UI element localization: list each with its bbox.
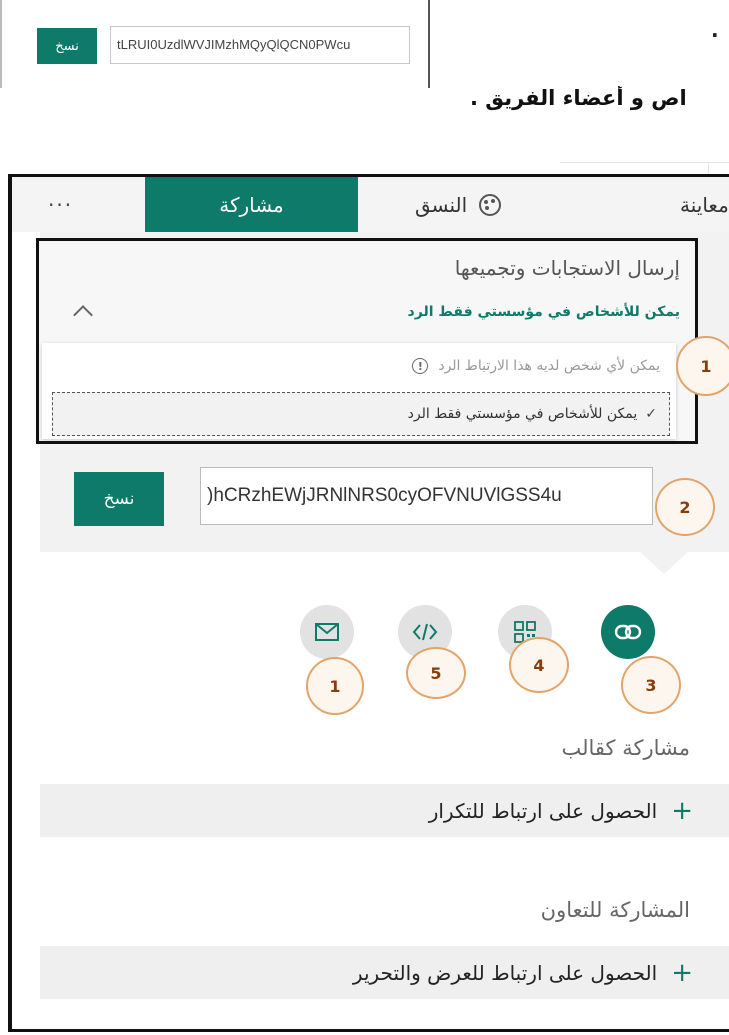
share-as-template-title: مشاركة كقالب [561,736,691,760]
tab-preview[interactable]: معاينة [680,193,729,217]
tab-bar [12,177,729,232]
snippet-left-divider [0,0,2,88]
check-icon: ✓ [645,406,657,422]
marker-1-permission: 1 [676,336,729,396]
share-link-field[interactable]: )hCRzhEWjJRNlNRS0cyOFVNUVlGSS4u [200,467,653,525]
get-collab-link-label: الحصول على ارتباط للعرض والتحرير [352,960,658,985]
link-share-button[interactable] [601,605,655,659]
plus-icon: + [671,957,693,988]
get-duplicate-link-button[interactable]: + الحصول على ارتباط للتكرار [40,784,729,837]
send-responses-title: إرسال الاستجابات وتجميعها [454,256,680,280]
more-options-icon[interactable]: ··· [48,193,73,217]
snippet-copy-button[interactable]: نسخ [37,28,97,64]
share-to-collaborate-title: المشاركة للتعاون [540,898,690,922]
marker-2-link: 2 [655,478,715,536]
tab-style[interactable]: النسق [415,193,502,217]
option-org-only[interactable]: ✓ يمكن للأشخاص في مؤسستي فقط الرد [52,392,670,436]
marker-5-embed: 5 [406,647,466,699]
email-share-button[interactable] [300,605,354,659]
marker-4-qr: 4 [509,637,569,693]
palette-icon [479,194,502,216]
option-anyone[interactable]: يمكن لأي شخص لديه هذا الارتباط الرد ! [60,358,660,374]
snippet-link-field[interactable]: tLRUI0UzdlWVJIMzhMQyQlQCN0PWcu [110,26,410,64]
permission-selected[interactable]: يمكن للأشخاص في مؤسستي فقط الرد [60,304,680,320]
marker-3-link: 3 [621,656,681,714]
plus-icon: + [671,795,693,826]
tab-share-label: مشاركة [219,192,284,217]
copy-button[interactable]: نسخ [74,472,164,526]
info-icon: ! [412,358,429,374]
snippet-dot: . [711,18,719,42]
option-org-label: يمكن للأشخاص في مؤسستي فقط الرد [407,406,638,422]
marker-1-email: 1 [306,657,364,715]
doc-heading: اص و أعضاء الفريق . [470,86,687,110]
tab-share[interactable]: مشاركة [145,177,358,232]
faint-divider [560,162,729,163]
get-collab-link-button[interactable]: + الحصول على ارتباط للعرض والتحرير [40,946,729,999]
callout-pointer [640,552,688,574]
embed-code-icon [412,623,438,641]
link-icon [614,624,642,640]
get-duplicate-link-label: الحصول على ارتباط للتكرار [428,798,658,823]
snippet-divider [428,0,430,88]
email-icon [315,623,339,641]
option-anyone-label: يمكن لأي شخص لديه هذا الارتباط الرد [438,358,660,374]
tab-style-label: النسق [415,193,468,217]
